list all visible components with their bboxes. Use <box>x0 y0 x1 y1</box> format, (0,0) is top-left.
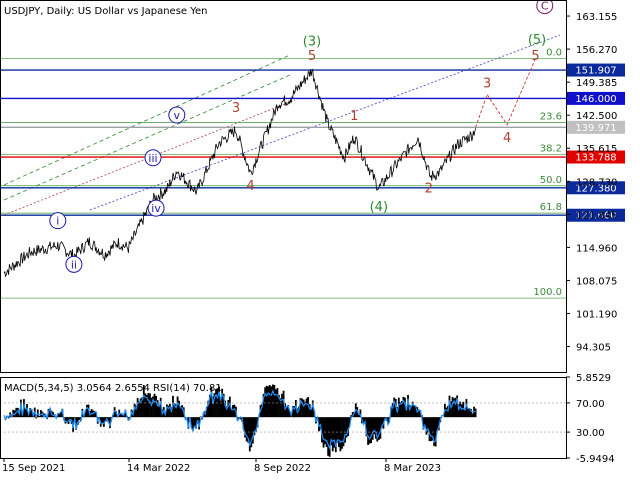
wave-label-10: 4 <box>503 131 511 146</box>
wave-label-0: C <box>541 0 549 13</box>
chart-title: USDJPY, Daily: US Dollar vs Japanese Yen <box>4 6 208 17</box>
y-tick-label-10: 94.305 <box>576 343 611 354</box>
level-tag-text-1: 146.000 <box>575 94 616 105</box>
macd-rsi-panel <box>0 384 566 457</box>
x-tick-label-2: 8 Sep 2022 <box>254 463 311 474</box>
y-tick-label-0: 163.155 <box>576 12 617 23</box>
price-frame <box>0 0 567 373</box>
fib-label-4: 61.8 <box>540 202 562 213</box>
forecast-path <box>475 58 536 128</box>
fib-label-2: 38.2 <box>540 144 562 155</box>
sub-y-tick-label-2: 30.00 <box>576 428 605 439</box>
x-tick-label-3: 8 Mar 2023 <box>384 463 441 474</box>
wave-label-11: 5 <box>531 49 539 64</box>
y-tick-label-1: 156.270 <box>576 45 617 56</box>
fib-label-0: 0.0 <box>546 48 562 59</box>
wave-label-15: iv <box>151 202 161 215</box>
y-tick-label-4: 135.615 <box>576 144 617 155</box>
wave-label-4: 5 <box>308 49 316 64</box>
level-tag-text-2: 139.971 <box>575 123 616 134</box>
y-tick-label-9: 101.190 <box>576 309 617 320</box>
fib-label-1: 23.6 <box>540 111 562 122</box>
wave-label-1: (5) <box>528 33 546 48</box>
wave-label-2: (3) <box>303 35 321 50</box>
wave-label-8: 2 <box>425 181 433 196</box>
level-tag-text-0: 151.907 <box>575 66 616 77</box>
channel-line-upper <box>3 54 291 186</box>
fib-label-3: 50.0 <box>540 175 562 186</box>
y-tick-label-6: 121.845 <box>576 210 617 221</box>
price-panel: 0.0 23.6 38.2 50.0 61.8 100.0 C (5) (3) (4) 5 3 4 1 2 3… <box>0 0 566 299</box>
x-tick-label-0: 15 Sep 2021 <box>2 463 65 474</box>
sub-y-tick-label-1: 70.00 <box>576 399 605 410</box>
y-tick-label-5: 128.730 <box>576 177 617 188</box>
sub-y-tick-label-0: 5.8529 <box>576 373 611 384</box>
wave-label-14: iii <box>148 152 157 165</box>
usdjpy-chart: 0.0 23.6 38.2 50.0 61.8 100.0 C (5) (3) (4) 5 3 4 1 2 3… <box>0 0 625 474</box>
indicator-title: MACD(5,34,5) 3.0564 2.6554 RSI(14) 70.81 <box>4 383 222 394</box>
wave-label-3: (4) <box>370 200 388 215</box>
fib-label-5: 100.0 <box>533 287 562 298</box>
wave-label-16: v <box>174 109 181 122</box>
y-tick-label-7: 114.960 <box>576 243 617 254</box>
x-tick-label-1: 14 Mar 2022 <box>127 463 190 474</box>
y-tick-label-3: 142.500 <box>576 111 617 122</box>
wave-label-13: ii <box>71 258 77 271</box>
y-tick-label-2: 149.385 <box>576 78 617 89</box>
wave-label-9: 3 <box>483 76 491 91</box>
wave-label-7: 1 <box>350 109 358 124</box>
wave-label-12: i <box>56 215 59 228</box>
wave-label-5: 3 <box>232 101 240 116</box>
wave-label-6: 4 <box>246 179 254 194</box>
sub-y-tick-label-3: -5.9494 <box>576 454 615 465</box>
y-tick-label-8: 108.075 <box>576 276 617 287</box>
